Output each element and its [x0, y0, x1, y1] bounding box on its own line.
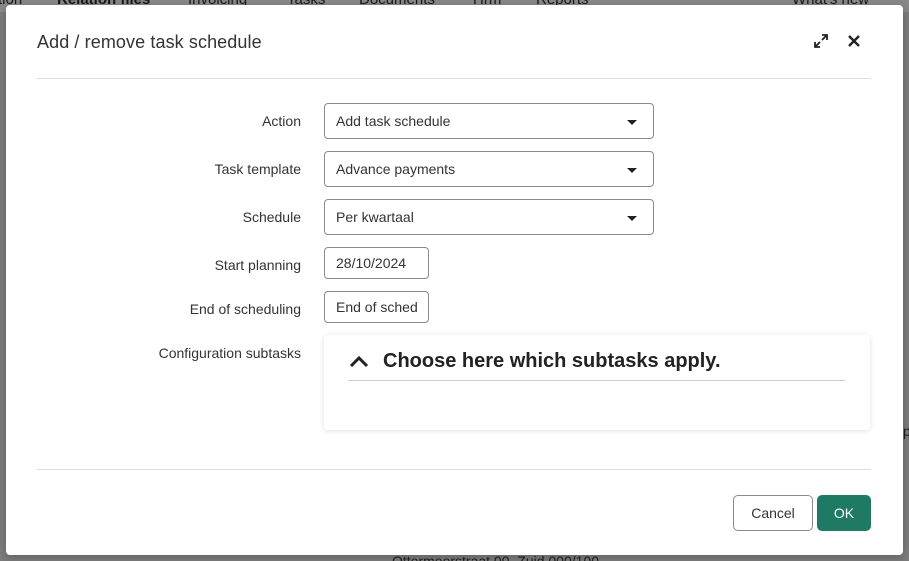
close-button[interactable]: [842, 29, 866, 53]
schedule-select-value: Per kwartaal: [336, 209, 414, 225]
subtasks-panel: Choose here which subtasks apply.: [324, 335, 870, 430]
start-planning-label: Start planning: [214, 257, 301, 273]
task-template-select[interactable]: Advance payments: [324, 151, 654, 187]
subtasks-panel-toggle[interactable]: Choose here which subtasks apply.: [348, 349, 845, 381]
caret-down-icon: [627, 120, 637, 125]
close-icon: [848, 35, 860, 47]
start-planning-input[interactable]: [324, 247, 429, 279]
action-label: Action: [262, 113, 301, 129]
schedule-label: Schedule: [242, 209, 301, 225]
caret-down-icon: [627, 168, 637, 173]
footer-divider: [37, 469, 871, 470]
header-divider: [37, 78, 871, 79]
end-of-scheduling-label: End of scheduling: [189, 301, 301, 317]
schedule-select[interactable]: Per kwartaal: [324, 199, 654, 235]
ok-button[interactable]: OK: [817, 495, 871, 531]
configuration-subtasks-label: Configuration subtasks: [158, 345, 301, 361]
dialog-title: Add / remove task schedule: [37, 32, 262, 52]
action-select-value: Add task schedule: [336, 113, 451, 129]
expand-button[interactable]: [809, 29, 833, 53]
task-template-select-value: Advance payments: [336, 161, 456, 177]
chevron-up-icon: [349, 355, 369, 368]
subtasks-panel-title: Choose here which subtasks apply.: [383, 350, 721, 372]
cancel-button[interactable]: Cancel: [733, 495, 813, 531]
caret-down-icon: [627, 216, 637, 221]
task-template-label: Task template: [214, 161, 301, 177]
expand-icon: [814, 34, 828, 48]
end-of-scheduling-input[interactable]: [324, 291, 429, 323]
task-schedule-dialog: Add / remove task schedule Action Add ta…: [6, 5, 903, 555]
action-select[interactable]: Add task schedule: [324, 103, 654, 139]
background-side-text: pa: [903, 423, 909, 439]
